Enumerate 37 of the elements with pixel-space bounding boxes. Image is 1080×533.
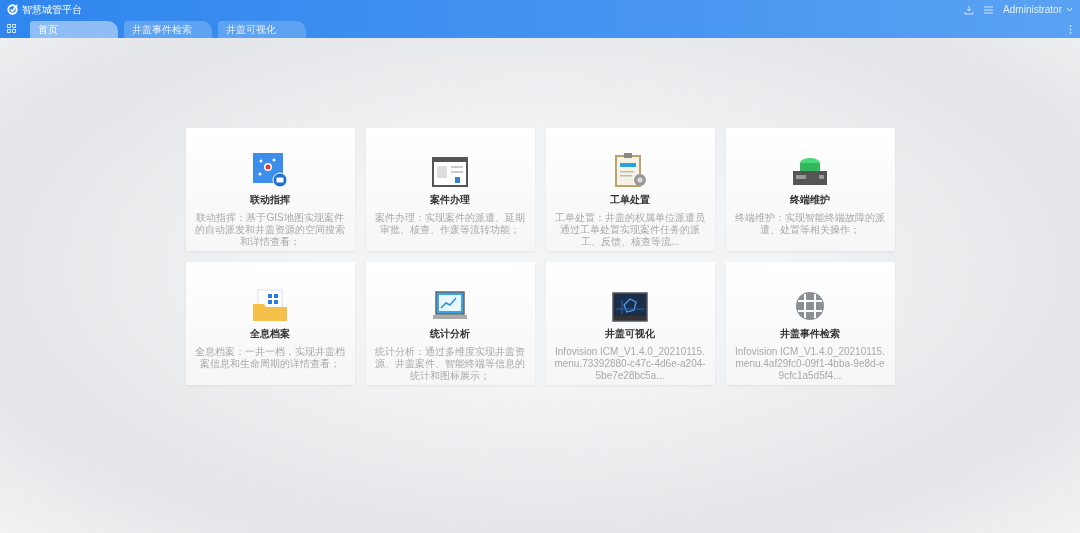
module-description: 案件办理：实现案件的派遣、延期审批、核查、作废等流转功能； <box>374 212 526 236</box>
server-device-icon <box>792 156 828 188</box>
folder-documents-icon <box>252 288 288 322</box>
module-description: Infovision ICM_V1.4.0_20210115.menu.4af29fc0-09f1-4bba-9e8d-e9cfc1a5d5f4... <box>734 346 886 382</box>
app-title: 智慧城管平台 <box>22 3 82 17</box>
laptop-chart-icon <box>432 290 468 322</box>
network-map-icon <box>252 152 288 188</box>
module-title: 工单处置 <box>610 193 650 207</box>
monitor-map-icon <box>612 292 648 322</box>
module-card[interactable]: 工单处置 工单处置：井盖的权属单位派遣员通过工单处置实现案件任务的派工、反馈、核查等流... <box>545 128 715 251</box>
module-title: 联动指挥 <box>250 193 290 207</box>
module-description: 统计分析：通过多维度实现井盖资源、井盖案件、智能终端等信息的统计和图标展示； <box>374 346 526 382</box>
module-card[interactable]: 井盖事件检索 Infovision ICM_V1.4.0_20210115.menu.4af29fc0-09f1-4bba-9e8d-e9cfc1a5d5f4... <box>725 262 895 385</box>
module-title: 井盖可视化 <box>605 327 655 341</box>
module-card[interactable]: 案件办理 案件办理：实现案件的派遣、延期审批、核查、作废等流转功能； <box>365 128 535 251</box>
document-window-icon <box>432 156 468 188</box>
module-title: 全息档案 <box>250 327 290 341</box>
module-description: Infovision ICM_V1.4.0_20210115.menu.73392880-c47c-4d6e-a204-5be7e28bc5a... <box>553 346 707 382</box>
module-card[interactable]: 井盖可视化 Infovision ICM_V1.4.0_20210115.menu.73392880-c47c-4d6e-a204-5be7e28bc5a... <box>545 262 715 385</box>
more-options-icon[interactable] <box>1069 25 1072 34</box>
module-title: 案件办理 <box>430 193 470 207</box>
clipboard-gear-icon <box>612 152 648 188</box>
menu-icon[interactable] <box>984 5 994 14</box>
module-card[interactable]: 联动指挥 联动指挥：基于GIS地图实现案件的自动派发和井盖资源的空间搜索和详情查看； <box>185 128 355 251</box>
module-title: 井盖事件检索 <box>780 327 840 341</box>
module-description: 工单处置：井盖的权属单位派遣员通过工单处置实现案件任务的派工、反馈、核查等流... <box>554 212 706 248</box>
grid-menu-icon[interactable] <box>7 24 16 33</box>
module-card[interactable]: 终端维护 终端维护：实现智能终端故障的派遣、处置等相关操作； <box>725 128 895 251</box>
module-card[interactable]: 统计分析 统计分析：通过多维度实现井盖资源、井盖案件、智能终端等信息的统计和图标展示； <box>365 262 535 385</box>
download-icon[interactable] <box>964 4 975 15</box>
caret-icon <box>1066 7 1073 12</box>
module-description: 终端维护：实现智能终端故障的派遣、处置等相关操作； <box>734 212 886 236</box>
module-title: 统计分析 <box>430 327 470 341</box>
globe-grid-icon <box>794 290 826 322</box>
module-description: 联动指挥：基于GIS地图实现案件的自动派发和井盖资源的空间搜索和详情查看； <box>194 212 346 248</box>
module-title: 终端维护 <box>790 193 830 207</box>
logo-icon <box>7 4 18 15</box>
